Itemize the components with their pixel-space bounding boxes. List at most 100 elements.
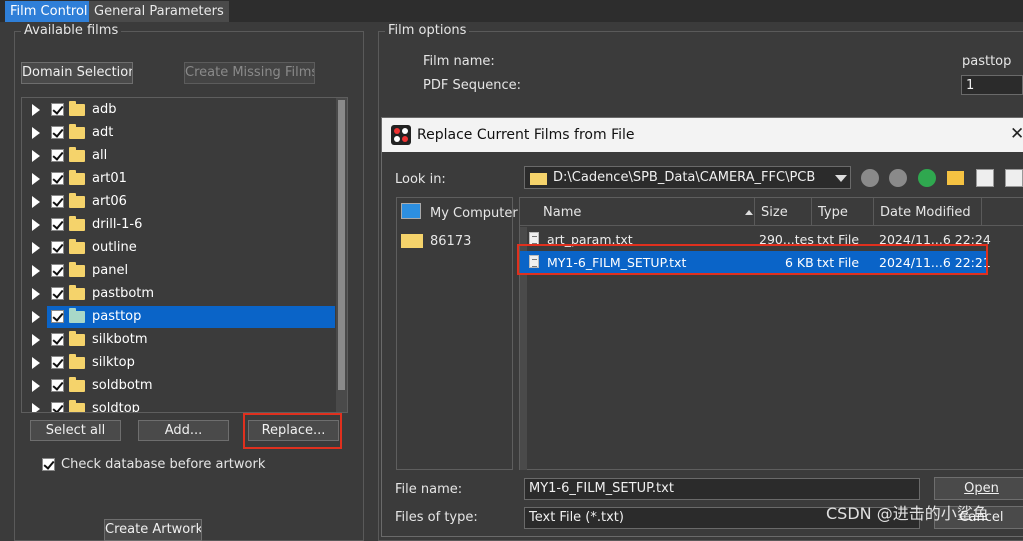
film-label: drill-1-6	[92, 217, 143, 232]
tab-bar: Film Control General Parameters	[0, 0, 1023, 22]
film-checkbox[interactable]	[51, 195, 64, 208]
up-folder-icon[interactable]	[918, 169, 936, 187]
film-checkbox[interactable]	[51, 402, 64, 412]
tree-scrollbar[interactable]	[336, 98, 347, 412]
file-list-header: Name Size Type Date Modified	[520, 198, 1023, 226]
expand-arrow-icon[interactable]	[32, 150, 40, 162]
expand-arrow-icon[interactable]	[32, 173, 40, 185]
new-folder-icon[interactable]	[947, 171, 964, 185]
col-type[interactable]: Type	[812, 198, 874, 226]
film-checkbox[interactable]	[51, 218, 64, 231]
folder-icon	[401, 234, 423, 248]
file-list: Name Size Type Date Modified art_param.t…	[519, 197, 1023, 470]
add-button[interactable]: Add...	[138, 420, 229, 441]
expand-arrow-icon[interactable]	[32, 265, 40, 277]
tree-item-silktop[interactable]: silktop	[22, 352, 334, 374]
expand-arrow-icon[interactable]	[32, 127, 40, 139]
film-checkbox[interactable]	[51, 264, 64, 277]
expand-arrow-icon[interactable]	[32, 357, 40, 369]
tree-item-silkbotm[interactable]: silkbotm	[22, 329, 334, 351]
domain-selection-button[interactable]: Domain Selection	[21, 62, 133, 84]
place-my-computer[interactable]: My Computer	[430, 206, 518, 221]
place-86173[interactable]: 86173	[430, 234, 471, 249]
tree-item-pastbotm[interactable]: pastbotm	[22, 283, 334, 305]
film-checkbox[interactable]	[51, 172, 64, 185]
folder-icon	[69, 124, 85, 139]
tree-item-soldbotm[interactable]: soldbotm	[22, 375, 334, 397]
expand-arrow-icon[interactable]	[32, 403, 40, 412]
tree-item-soldtop[interactable]: soldtop	[22, 398, 334, 412]
tab-film-control[interactable]: Film Control	[5, 1, 93, 22]
films-tree[interactable]: adb adt all art01 art06 drill-1-6 outline panel…	[21, 97, 348, 413]
chevron-down-icon	[835, 175, 847, 182]
film-checkbox[interactable]	[51, 356, 64, 369]
expand-arrow-icon[interactable]	[32, 311, 40, 323]
film-label: silktop	[92, 355, 135, 370]
folder-icon	[69, 377, 85, 392]
film-checkbox[interactable]	[51, 149, 64, 162]
tree-item-art01[interactable]: art01	[22, 168, 334, 190]
folder-icon	[69, 262, 85, 277]
tree-item-drill-1-6[interactable]: drill-1-6	[22, 214, 334, 236]
film-checkbox[interactable]	[51, 126, 64, 139]
expand-arrow-icon[interactable]	[32, 104, 40, 116]
tab-general-parameters[interactable]: General Parameters	[89, 1, 229, 22]
film-checkbox[interactable]	[51, 103, 64, 116]
col-date-modified[interactable]: Date Modified	[874, 198, 982, 226]
file-type-label: Files of type:	[395, 510, 478, 525]
col-name[interactable]: Name	[537, 198, 755, 226]
film-label: art06	[92, 194, 127, 209]
film-label: panel	[92, 263, 129, 278]
folder-icon	[69, 101, 85, 116]
film-label: adt	[92, 125, 114, 140]
tree-item-adb[interactable]: adb	[22, 99, 334, 121]
tree-item-panel[interactable]: panel	[22, 260, 334, 282]
folder-icon	[69, 216, 85, 231]
pdf-sequence-input[interactable]: 1	[961, 75, 1023, 95]
tree-item-pasttop[interactable]: pasttop	[22, 306, 335, 328]
create-missing-films-button[interactable]: Create Missing Films	[184, 62, 315, 84]
expand-arrow-icon[interactable]	[32, 288, 40, 300]
tree-scroll-thumb[interactable]	[338, 100, 345, 390]
open-button[interactable]: Open	[934, 477, 1023, 500]
film-checkbox[interactable]	[51, 310, 64, 323]
film-checkbox[interactable]	[51, 241, 64, 254]
detail-view-icon[interactable]	[1005, 169, 1023, 187]
file-highlight	[517, 244, 988, 275]
tree-item-outline[interactable]: outline	[22, 237, 334, 259]
film-checkbox[interactable]	[51, 287, 64, 300]
expand-arrow-icon[interactable]	[32, 380, 40, 392]
col-size[interactable]: Size	[755, 198, 812, 226]
replace-highlight	[243, 413, 342, 449]
tree-item-adt[interactable]: adt	[22, 122, 334, 144]
film-name-value: pasttop	[962, 54, 1012, 69]
film-checkbox[interactable]	[51, 333, 64, 346]
select-all-button[interactable]: Select all	[30, 420, 121, 441]
film-label: all	[92, 148, 108, 163]
folder-icon	[69, 400, 85, 412]
folder-icon	[69, 147, 85, 162]
expand-arrow-icon[interactable]	[32, 242, 40, 254]
back-icon[interactable]	[861, 169, 879, 187]
expand-arrow-icon[interactable]	[32, 334, 40, 346]
look-in-combo[interactable]: D:\Cadence\SPB_Data\CAMERA_FFC\PCB	[524, 166, 851, 189]
film-checkbox[interactable]	[51, 379, 64, 392]
film-label: adb	[92, 102, 117, 117]
folder-icon	[69, 308, 85, 323]
expand-arrow-icon[interactable]	[32, 219, 40, 231]
create-artwork-button[interactable]: Create Artwork	[104, 519, 202, 541]
pdf-sequence-label: PDF Sequence:	[423, 78, 521, 93]
check-database-label: Check database before artwork	[61, 457, 266, 472]
forward-icon[interactable]	[889, 169, 907, 187]
tree-item-all[interactable]: all	[22, 145, 334, 167]
folder-icon	[69, 354, 85, 369]
film-name-label: Film name:	[423, 54, 495, 69]
replace-films-dialog: Replace Current Films from File ✕ Look i…	[381, 117, 1023, 537]
tree-item-art06[interactable]: art06	[22, 191, 334, 213]
expand-arrow-icon[interactable]	[32, 196, 40, 208]
close-icon[interactable]: ✕	[1010, 124, 1023, 144]
check-database-checkbox[interactable]	[42, 458, 55, 471]
film-label: silkbotm	[92, 332, 148, 347]
list-view-icon[interactable]	[976, 169, 994, 187]
file-name-input[interactable]: MY1-6_FILM_SETUP.txt	[524, 478, 920, 500]
